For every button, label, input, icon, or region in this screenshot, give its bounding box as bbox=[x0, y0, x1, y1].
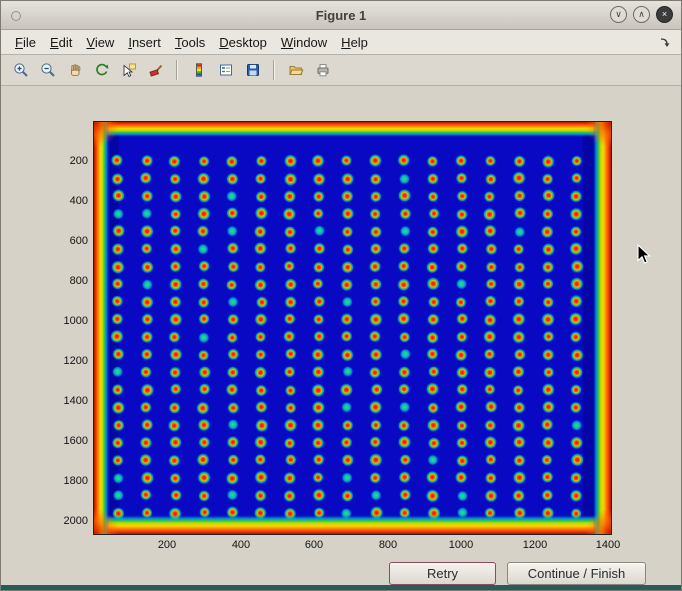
window-bottom-bar bbox=[1, 585, 681, 591]
colorbar-icon[interactable] bbox=[187, 59, 210, 82]
y-tick-label: 1600 bbox=[42, 435, 88, 447]
menu-insert[interactable]: Insert bbox=[122, 33, 169, 52]
window-title: Figure 1 bbox=[1, 8, 681, 23]
x-tick-label: 800 bbox=[366, 539, 410, 551]
y-tick-label: 400 bbox=[42, 195, 88, 207]
x-tick-label: 400 bbox=[219, 539, 263, 551]
x-tick-label: 1200 bbox=[513, 539, 557, 551]
y-tick-label: 200 bbox=[42, 155, 88, 167]
insert-legend-icon[interactable] bbox=[214, 59, 237, 82]
y-tick-label: 2000 bbox=[42, 515, 88, 527]
menu-view[interactable]: View bbox=[80, 33, 122, 52]
y-tick-label: 1000 bbox=[42, 315, 88, 327]
toolbar-separator bbox=[273, 60, 275, 80]
menu-desktop[interactable]: Desktop bbox=[213, 33, 275, 52]
title-bar: Figure 1 ∨ ∧ × bbox=[1, 1, 681, 30]
y-tick-label: 600 bbox=[42, 235, 88, 247]
zoom-out-icon[interactable] bbox=[36, 59, 59, 82]
pan-icon[interactable] bbox=[63, 59, 86, 82]
brush-icon[interactable] bbox=[144, 59, 167, 82]
open-folder-icon[interactable] bbox=[284, 59, 307, 82]
menu-bar: File Edit View Insert Tools Desktop Wind… bbox=[1, 30, 681, 55]
close-button[interactable]: × bbox=[656, 6, 673, 23]
plot-axes: 200 400 600 800 1000 1200 1400 1600 1800… bbox=[94, 122, 611, 534]
data-cursor-icon[interactable] bbox=[117, 59, 140, 82]
window-controls: ∨ ∧ × bbox=[610, 6, 673, 23]
undock-icon[interactable] bbox=[659, 35, 673, 49]
rotate-3d-icon[interactable] bbox=[90, 59, 113, 82]
continue-finish-button[interactable]: Continue / Finish bbox=[507, 562, 646, 585]
y-tick-label: 1200 bbox=[42, 355, 88, 367]
retry-button[interactable]: Retry bbox=[389, 562, 496, 585]
menu-tools[interactable]: Tools bbox=[169, 33, 213, 52]
x-tick-label: 600 bbox=[292, 539, 336, 551]
maximize-button[interactable]: ∧ bbox=[633, 6, 650, 23]
x-tick-label: 1400 bbox=[586, 539, 630, 551]
figure-canvas-area: 200 400 600 800 1000 1200 1400 1600 1800… bbox=[1, 86, 681, 585]
y-tick-label: 1400 bbox=[42, 395, 88, 407]
x-tick-label: 1000 bbox=[439, 539, 483, 551]
y-tick-label: 1800 bbox=[42, 475, 88, 487]
figure-toolbar bbox=[1, 55, 681, 86]
print-icon[interactable] bbox=[311, 59, 334, 82]
save-icon[interactable] bbox=[241, 59, 264, 82]
y-tick-label: 800 bbox=[42, 275, 88, 287]
heatmap-image[interactable] bbox=[94, 122, 611, 534]
zoom-in-icon[interactable] bbox=[9, 59, 32, 82]
menu-edit[interactable]: Edit bbox=[44, 33, 80, 52]
x-tick-label: 200 bbox=[145, 539, 189, 551]
menu-help[interactable]: Help bbox=[335, 33, 376, 52]
menu-file[interactable]: File bbox=[9, 33, 44, 52]
toolbar-separator bbox=[176, 60, 178, 80]
minimize-button[interactable]: ∨ bbox=[610, 6, 627, 23]
menu-window[interactable]: Window bbox=[275, 33, 335, 52]
window-menu-icon[interactable] bbox=[11, 11, 21, 21]
figure-window: Figure 1 ∨ ∧ × File Edit View Insert Too… bbox=[0, 0, 682, 591]
